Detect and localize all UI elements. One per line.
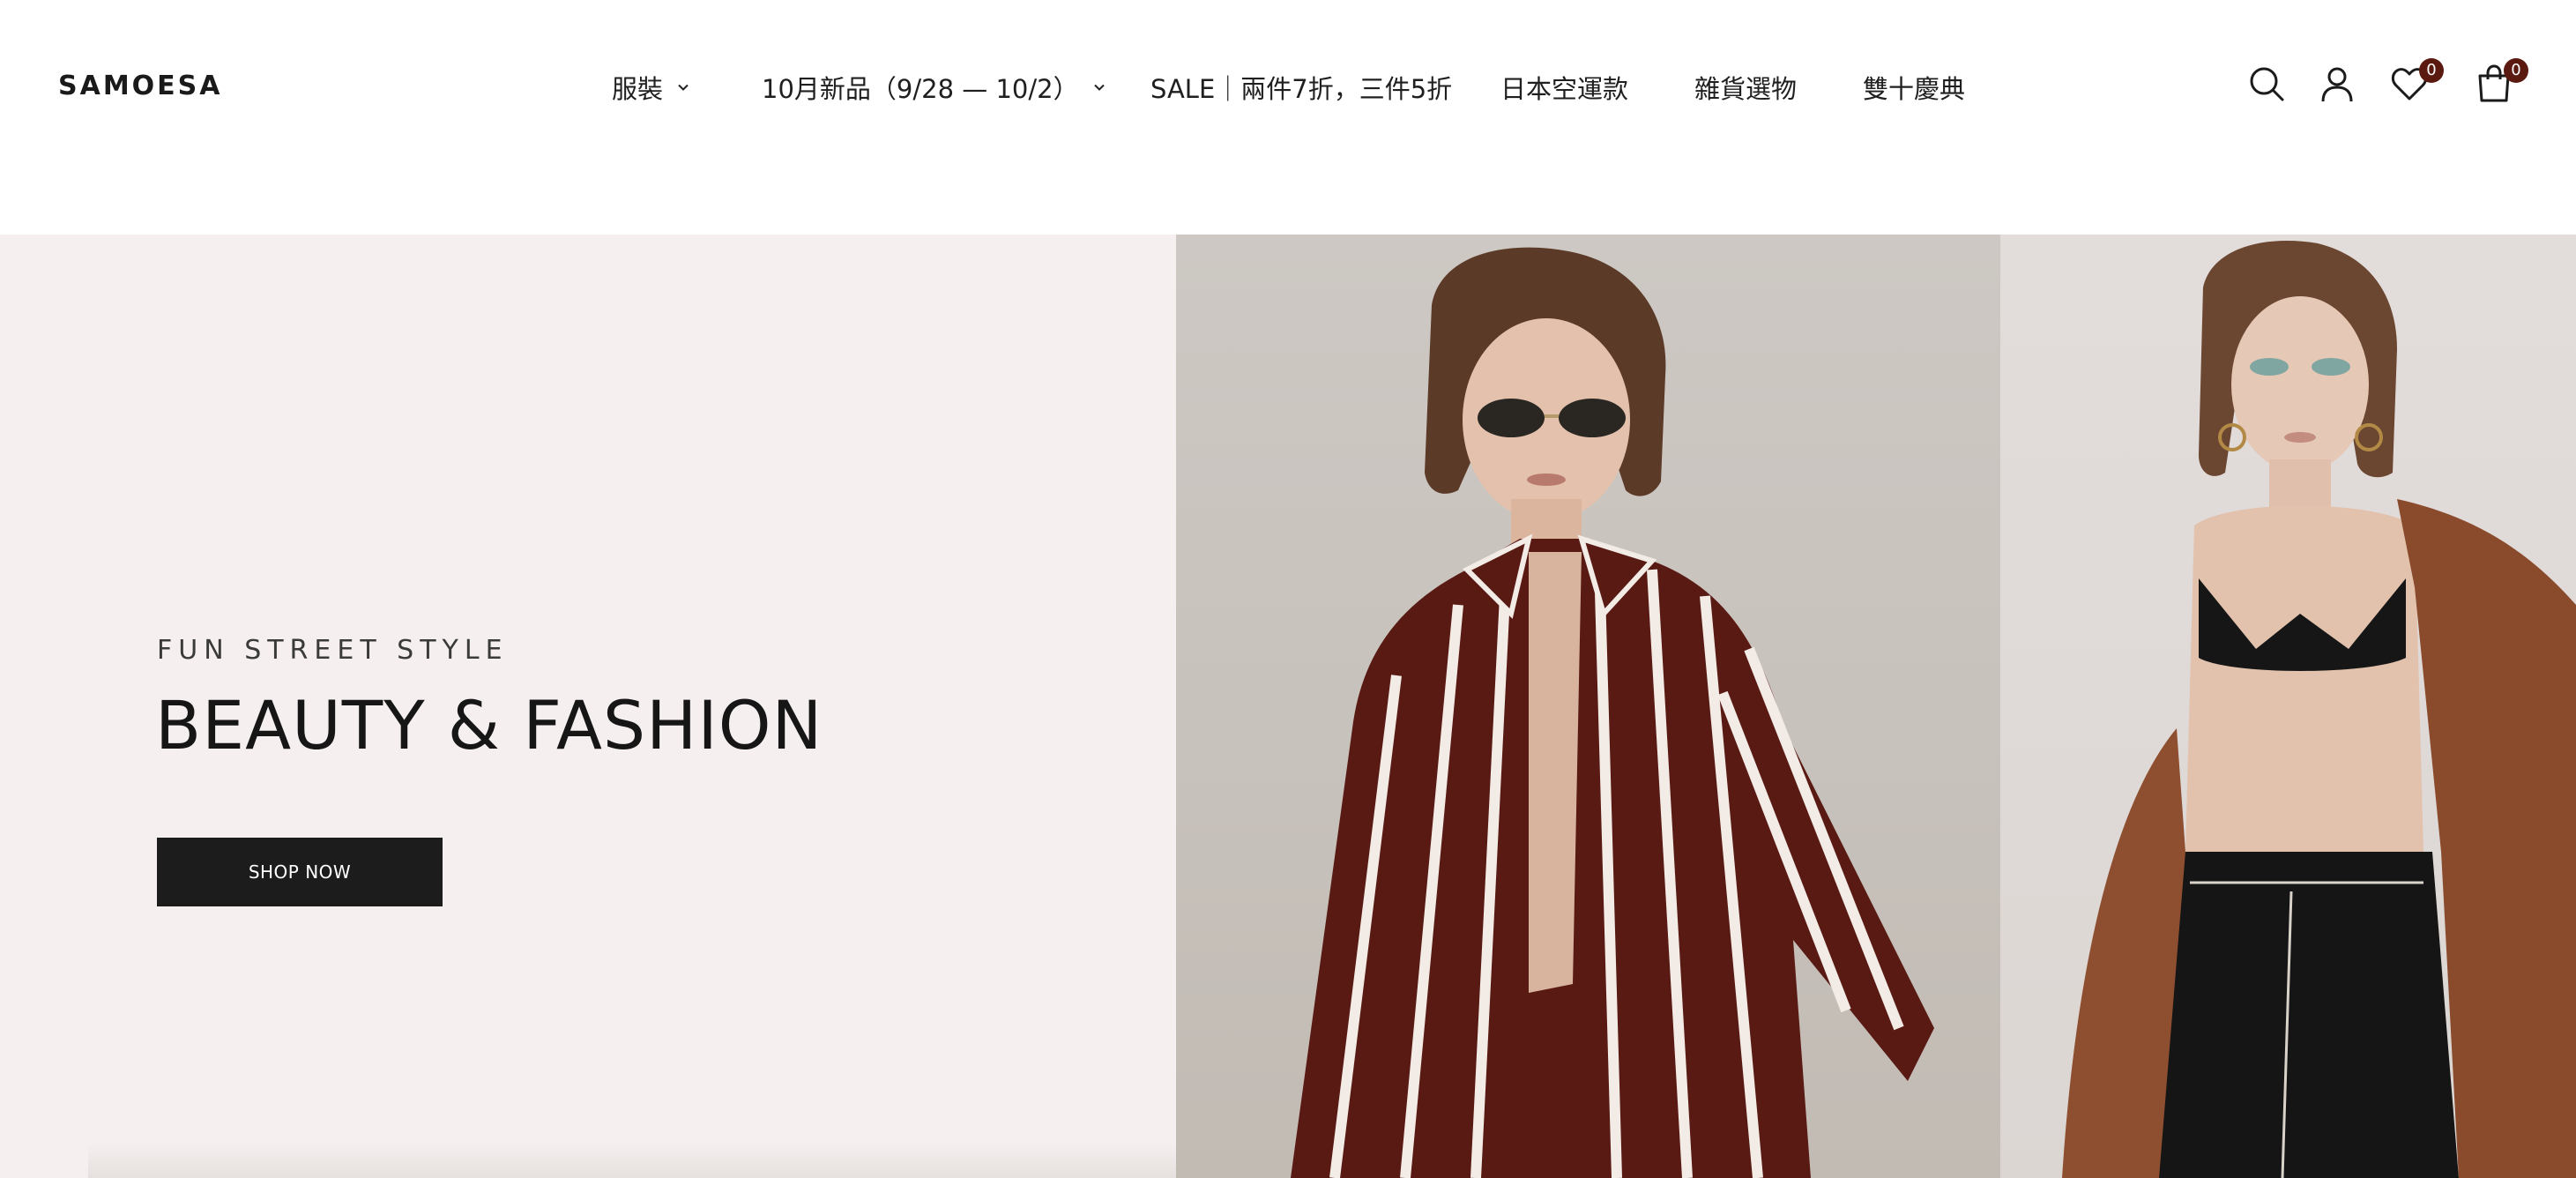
- wishlist-count-badge: 0: [2419, 58, 2444, 83]
- account-button[interactable]: [2317, 63, 2361, 108]
- hero-bottom-shade: [88, 1143, 1176, 1178]
- cart-count-badge: 0: [2504, 58, 2528, 83]
- main-nav: 服裝 10月新品（9/28 — 10/2） SALE｜兩件7折，三件5折 日本空…: [0, 65, 2576, 109]
- nav-item-label: 服裝: [612, 74, 664, 104]
- nav-item-label: SALE｜兩件7折，三件5折: [1150, 74, 1453, 104]
- hero-model-image-striped: [1176, 235, 2000, 1178]
- hero-subtitle: FUN STREET STYLE: [157, 635, 509, 666]
- hero-text-panel: FUN STREET STYLE BEAUTY & FASHION SHOP N…: [0, 235, 1176, 1178]
- shop-now-button[interactable]: SHOP NOW: [157, 838, 443, 906]
- hero-model-image-coat: [2000, 235, 2576, 1178]
- nav-item-label: 雜貨選物: [1694, 74, 1798, 104]
- user-icon: [2317, 63, 2361, 104]
- chevron-down-icon: [1091, 79, 1107, 95]
- nav-item-label: 日本空運款: [1500, 74, 1629, 104]
- wishlist-button[interactable]: 0: [2389, 58, 2444, 108]
- cart-button[interactable]: 0: [2474, 58, 2528, 108]
- nav-item-october-new[interactable]: 10月新品（9/28 — 10/2）: [762, 65, 1107, 109]
- search-button[interactable]: [2246, 63, 2290, 108]
- nav-item-goods[interactable]: 雜貨選物: [1694, 65, 1797, 109]
- hero-banner: FUN STREET STYLE BEAUTY & FASHION SHOP N…: [0, 235, 2576, 1178]
- nav-item-label: 雙十慶典: [1863, 74, 1966, 104]
- search-icon: [2246, 63, 2290, 104]
- chevron-down-icon: [675, 79, 691, 95]
- nav-item-japan-airship[interactable]: 日本空運款: [1500, 65, 1628, 109]
- site-header: SAMOESA 服裝 10月新品（9/28 — 10/2） SALE｜兩件7折，…: [0, 0, 2576, 235]
- nav-item-sale[interactable]: SALE｜兩件7折，三件5折: [1150, 65, 1452, 109]
- nav-item-double-ten[interactable]: 雙十慶典: [1863, 65, 1965, 109]
- nav-item-clothing[interactable]: 服裝: [612, 65, 691, 109]
- nav-item-label: 10月新品（9/28 — 10/2）: [762, 74, 1079, 104]
- hero-title: BEAUTY & FASHION: [155, 686, 823, 764]
